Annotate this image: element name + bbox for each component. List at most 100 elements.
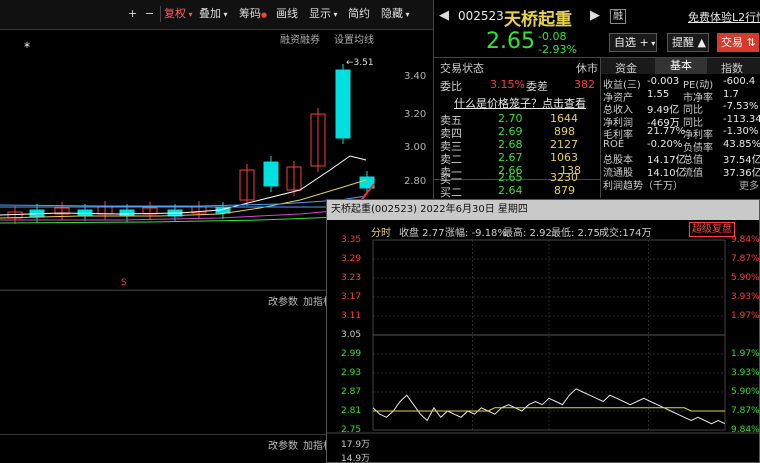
prev-stock-icon[interactable]: ◀ <box>439 8 449 23</box>
ask-price: 2.68 <box>498 138 523 151</box>
fin-cell: -0.003 <box>647 76 680 87</box>
last-price: 2.65 <box>486 29 535 54</box>
yincang-label: 隐藏 <box>381 7 403 20</box>
bid-volume: 879 <box>554 184 575 197</box>
fin-cell: -600.4 <box>723 76 756 87</box>
ask-volume: 2127 <box>550 138 578 151</box>
tab-jiben[interactable]: 基本 <box>655 58 707 74</box>
fin-tabbar: 资金 基本 指数 <box>601 58 760 76</box>
add-watchlist-button[interactable]: 自选 + ▾ <box>609 33 657 52</box>
zoom-out-button[interactable]: − <box>145 6 154 22</box>
ask-row[interactable]: 卖四 2.69 898 <box>434 125 597 140</box>
y-tick: 2.80 <box>404 176 427 187</box>
ask-price: 2.67 <box>498 151 523 164</box>
profit-trend-label: 利润趋势（千万） <box>603 181 683 192</box>
weibi-label: 委比 <box>440 80 462 93</box>
next-stock-icon[interactable]: ▶ <box>590 8 600 23</box>
ask-volume: 898 <box>554 125 575 138</box>
fin-cell: -0.20% <box>647 138 683 150</box>
vol-axis-label: 14.9万 <box>341 454 371 463</box>
intraday-svg <box>327 239 759 434</box>
jiandui-button[interactable]: 简约 <box>348 6 370 22</box>
candles-group <box>7 64 375 224</box>
bid-price: 2.64 <box>498 184 523 197</box>
y-tick: 3.00 <box>404 142 427 153</box>
price-cage-link[interactable]: 什么是价格笼子？点击查看 <box>454 95 586 111</box>
bid-volume: 3230 <box>550 171 578 184</box>
diejia-label: 叠加 <box>199 7 221 20</box>
xianshi-dropdown[interactable]: 显示 ▾ <box>309 6 338 22</box>
stock-code: 002523 <box>458 9 504 23</box>
fuquan-dropdown[interactable]: 复权 ▾ <box>164 6 193 22</box>
alert-button[interactable]: 提醒 ▲ <box>667 33 709 52</box>
promo-link[interactable]: 免费体验L2行情 <box>688 9 760 25</box>
chart-toolbar: + − 复权 ▾ 叠加 ▾ 筹码● 画线 显示 ▾ 简约 隐藏 ▾ <box>0 0 433 30</box>
dot-icon: ● <box>261 11 268 19</box>
ask-row[interactable]: 卖三 2.68 2127 <box>434 138 597 153</box>
fin-cell: -113.34% <box>723 113 760 125</box>
rong-badge: 融 <box>610 9 626 24</box>
xianshi-label: 显示 <box>309 7 331 20</box>
tab-zijin[interactable]: 资金 <box>615 60 637 76</box>
yincang-dropdown[interactable]: 隐藏 ▾ <box>381 6 410 22</box>
fin-cell: 流值 <box>683 167 703 179</box>
bid-label: 买二 <box>440 186 462 199</box>
huaxian-button[interactable]: 画线 <box>276 6 298 22</box>
vol-axis-label: 17.9万 <box>341 440 371 450</box>
divider <box>160 6 161 22</box>
candle <box>119 209 135 217</box>
fin-cell: -1.30% <box>723 126 759 137</box>
bell-icon: ▲ <box>694 36 706 49</box>
fin-cell: 43.85% <box>723 138 760 150</box>
chouma-label: 筹码 <box>239 7 261 20</box>
weicha-label: 委差 <box>526 80 548 93</box>
caret-down-icon: ▾ <box>403 10 410 19</box>
intraday-lines <box>372 388 726 425</box>
status-value: 休市 <box>576 62 598 75</box>
trade-button[interactable]: 交易 ⇅ <box>717 33 759 52</box>
fin-row: ROE -0.20% 负债率 43.85% <box>601 138 760 154</box>
change-params-button[interactable]: 改参数 <box>268 293 298 308</box>
y-tick: 3.20 <box>404 109 427 120</box>
ask-row[interactable]: 卖二 2.67 1063 <box>434 151 597 166</box>
caret-down-icon: ▾ <box>331 10 338 19</box>
fin-row: 流通股 14.10亿 流值 37.36亿 <box>601 164 760 179</box>
fin-row: 净利润-469万同比-113.34% <box>601 114 760 129</box>
zoom-in-button[interactable]: + <box>128 6 137 22</box>
max-price-value: 3.51 <box>353 58 374 68</box>
ma-line <box>0 195 367 207</box>
tixing-label: 提醒 <box>672 36 694 49</box>
candle <box>77 209 93 216</box>
fin-row: 毛利率 21.77% 净利率 -1.30% <box>601 126 759 141</box>
fin-row: 总股本 14.17亿 总值 37.54亿 <box>601 151 760 166</box>
zixuan-label: 自选 <box>614 36 636 49</box>
intraday-popup[interactable]: 天桥起重(002523) 2022年6月30日 星期四 分时 收盘 2.77 涨… <box>326 199 760 463</box>
plus-icon: + <box>636 36 649 49</box>
bid-row[interactable]: 买一 2.65 3230 <box>434 171 597 186</box>
ask-volume: 1063 <box>550 151 578 164</box>
ask-row[interactable]: 卖五 2.70 1644 <box>434 112 597 127</box>
weicha-value: 382 <box>574 78 595 91</box>
stock-name: 天桥起重 <box>504 10 572 30</box>
chouma-button[interactable]: 筹码● <box>239 6 267 22</box>
ask-price: 2.69 <box>498 125 523 138</box>
change-params-button[interactable]: 改参数 <box>268 437 298 452</box>
y-tick: 3.40 <box>404 71 427 82</box>
price-line <box>372 388 726 425</box>
caret-down-icon: ▾ <box>648 39 656 48</box>
fuquan-label: 复权 <box>164 7 186 20</box>
candle <box>335 69 351 139</box>
fin-cell: 1.55 <box>647 88 670 100</box>
tab-zhishu[interactable]: 指数 <box>721 60 743 76</box>
price-change: -0.08 <box>538 30 567 43</box>
ask-volume: 1644 <box>550 112 578 125</box>
fin-row: 净资产 1.55 市净率 1.7 <box>601 88 756 104</box>
weibi-value: 3.15% <box>490 78 525 91</box>
bid-row[interactable]: 买二 2.64 879 <box>434 184 597 199</box>
s-marker: S <box>121 278 127 288</box>
price-change-pct: -2.93% <box>538 43 577 56</box>
fin-cell: ROE <box>603 138 625 150</box>
diejia-dropdown[interactable]: 叠加 ▾ <box>199 6 228 22</box>
more-link[interactable]: 更多 <box>739 177 759 192</box>
fin-row: 总收入 9.49亿 同比 -7.53% <box>601 101 758 116</box>
